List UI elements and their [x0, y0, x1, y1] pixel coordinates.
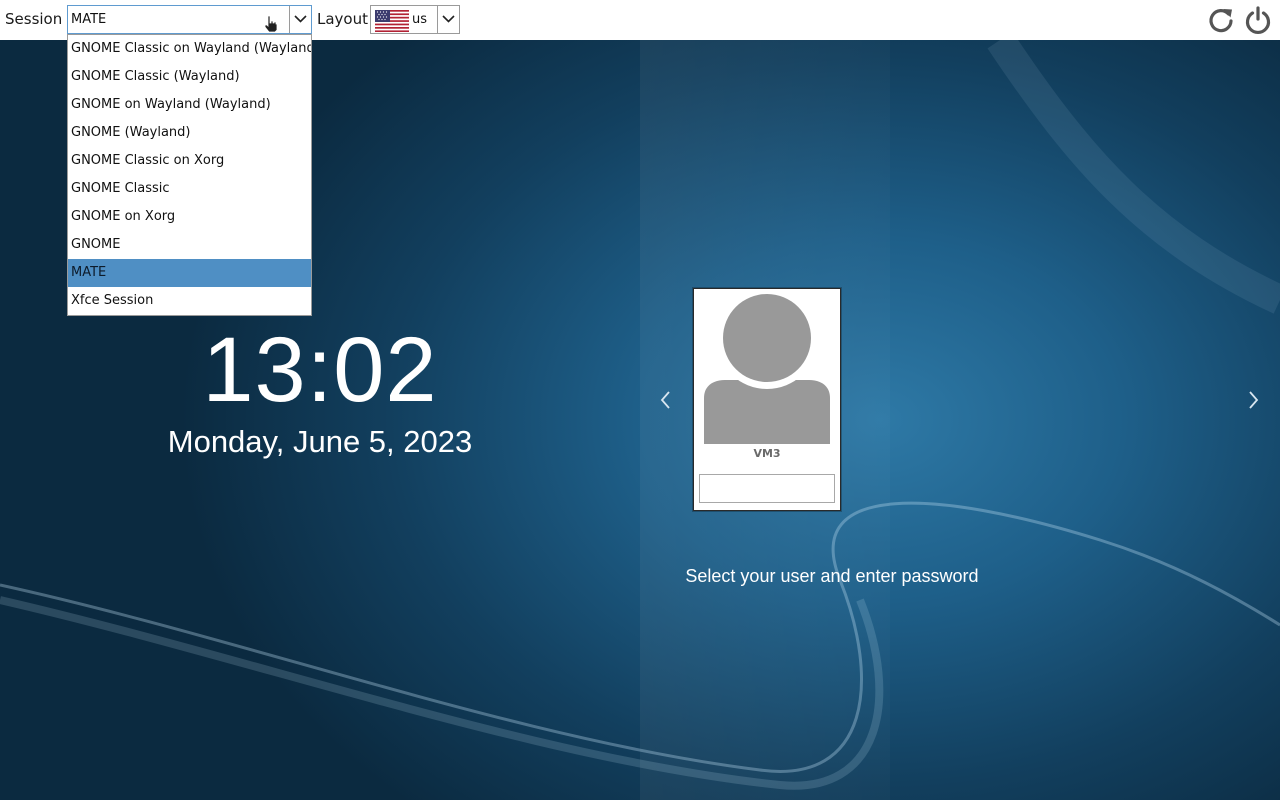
session-option[interactable]: GNOME Classic on Xorg — [68, 147, 311, 175]
session-option[interactable]: GNOME on Wayland (Wayland) — [68, 91, 311, 119]
session-option[interactable]: GNOME Classic (Wayland) — [68, 63, 311, 91]
session-option[interactable]: Xfce Session — [68, 287, 311, 315]
session-option[interactable]: GNOME on Xorg — [68, 203, 311, 231]
chevron-down-icon — [294, 15, 307, 23]
hand-cursor-icon — [264, 15, 278, 33]
clock-date: Monday, June 5, 2023 — [167, 424, 473, 459]
power-icon[interactable] — [1243, 5, 1273, 35]
session-option[interactable]: GNOME — [68, 231, 311, 259]
clock-time: 13:02 — [202, 319, 438, 421]
session-option[interactable]: GNOME Classic — [68, 175, 311, 203]
user-card[interactable]: VM3 — [693, 288, 841, 511]
session-select-value: MATE — [71, 12, 107, 27]
chevron-down-icon — [442, 15, 455, 23]
session-dropdown-list: GNOME Classic on Wayland (Wayland) GNOME… — [67, 34, 312, 316]
chevron-right-icon[interactable] — [1245, 390, 1261, 410]
session-option[interactable]: GNOME (Wayland) — [68, 119, 311, 147]
layout-select-value: us — [412, 12, 428, 27]
session-dropdown-button[interactable] — [289, 6, 311, 33]
layout-label: Layout — [317, 10, 368, 28]
user-avatar-icon — [704, 294, 830, 444]
login-hint: Select your user and enter password — [685, 566, 979, 586]
session-option-selected[interactable]: MATE — [68, 259, 311, 287]
restart-icon[interactable] — [1206, 5, 1236, 35]
us-flag-icon — [375, 10, 409, 32]
layout-select[interactable]: us — [370, 5, 460, 34]
session-label: Session — [5, 10, 63, 28]
session-option[interactable]: GNOME Classic on Wayland (Wayland) — [68, 35, 311, 63]
layout-dropdown-button[interactable] — [437, 6, 459, 33]
user-name: VM3 — [753, 447, 781, 460]
chevron-left-icon[interactable] — [658, 390, 674, 410]
password-input[interactable] — [699, 474, 835, 503]
session-select[interactable]: MATE — [67, 5, 312, 34]
